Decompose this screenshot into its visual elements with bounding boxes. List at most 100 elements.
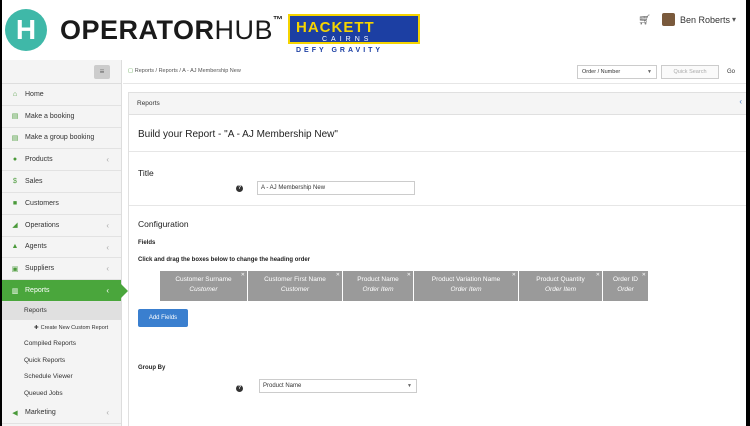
chevron-down-icon: ▼ — [647, 69, 652, 75]
chevron-left-icon: ‹ — [106, 408, 109, 418]
help-icon[interactable]: ? — [236, 185, 243, 192]
sidebar-item-label: Sales — [25, 178, 43, 186]
fields-order-list: Customer Surname Customer ✕ Customer First … — [160, 271, 649, 301]
sidebar-item-home[interactable]: ⌂ Home — [2, 84, 121, 106]
sidebar-item-label: Reports — [25, 287, 50, 295]
field-box[interactable]: Customer First Name Customer ✕ — [248, 271, 343, 301]
sidebar-item-label: Make a booking — [25, 112, 75, 120]
sidebar-item-reports[interactable]: ▥ Reports ‹ — [2, 280, 128, 302]
page-title: Build your Report - "A - AJ Membership N… — [138, 129, 338, 140]
go-button[interactable]: Go — [723, 65, 739, 79]
logo-tm: ™ — [273, 15, 284, 26]
chevron-left-icon: ‹ — [106, 286, 109, 296]
operatorhub-wordmark[interactable]: OPERATORHUB™ — [60, 15, 284, 46]
chevron-down-icon: ▼ — [407, 383, 412, 389]
field-box[interactable]: Product Quantity Order Item ✕ — [519, 271, 603, 301]
sidebar-toggle-row: ≡ — [2, 60, 121, 84]
quick-search-input[interactable]: Quick Search — [661, 65, 719, 79]
operatorhub-logo-icon[interactable]: H — [5, 9, 47, 51]
configuration-heading: Configuration — [138, 219, 189, 229]
chevron-left-icon: ‹ — [106, 155, 109, 165]
add-fields-button[interactable]: Add Fields — [138, 309, 188, 327]
sidebar-item-customers[interactable]: ■ Customers — [2, 193, 121, 215]
cart-icon[interactable]: 🛒︎ — [638, 15, 651, 26]
field-box[interactable]: Product Name Order Item ✕ — [343, 271, 414, 301]
sidebar-item-make-a-group-booking[interactable]: ▤ Make a group booking — [2, 128, 121, 150]
breadcrumb-bar: ▢ Reports / Reports / A - AJ Membership … — [123, 60, 746, 84]
sidebar-item-label: Suppliers — [25, 265, 55, 273]
close-icon[interactable]: ✕ — [642, 272, 646, 278]
chart-icon: ▥ — [11, 287, 19, 295]
sidebar-subitem-queued-jobs[interactable]: Queued Jobs — [2, 386, 121, 403]
sidebar-subitem-compiled-reports[interactable]: Compiled Reports — [2, 336, 121, 353]
partner-tagline: DEFY GRAVITY — [296, 47, 384, 54]
report-title-input[interactable]: A - AJ Membership New — [257, 181, 415, 195]
bullhorn-icon: ◀ — [12, 409, 18, 417]
sitemap-icon: ▲ — [11, 243, 19, 251]
sidebar-item-label: Products — [25, 156, 53, 164]
sidebar-item-suppliers[interactable]: ▣ Suppliers ‹ — [2, 258, 121, 281]
close-icon[interactable]: ✕ — [596, 272, 600, 278]
sidebar-item-make-a-booking[interactable]: ▤ Make a booking — [2, 106, 121, 128]
close-icon[interactable]: ✕ — [512, 272, 516, 278]
field-source: Order — [617, 286, 634, 293]
group-by-select[interactable]: Product Name ▼ — [259, 379, 417, 393]
search-type-value: Order / Number — [582, 69, 621, 75]
sidebar-item-label: Operations — [25, 221, 60, 229]
sidebar-item-products[interactable]: ● Products ‹ — [2, 149, 121, 172]
logo-operator-text: OPERATOR — [60, 15, 215, 45]
field-box[interactable]: Customer Surname Customer ✕ — [160, 271, 248, 301]
cart-icon: ▤ — [11, 113, 19, 121]
sidebar-item-label: Agents — [25, 243, 47, 251]
building-icon: ▣ — [11, 265, 19, 273]
field-source: Order Item — [450, 286, 482, 293]
field-name: Product Name — [357, 276, 399, 283]
user-icon: ■ — [12, 199, 18, 207]
field-source: Order Item — [544, 286, 577, 293]
sidebar-toggle-button[interactable]: ≡ — [94, 65, 110, 79]
partner-sub: CAIRNS — [322, 36, 373, 43]
cart-icon: ▤ — [11, 134, 19, 142]
close-icon[interactable]: ✕ — [241, 272, 245, 278]
breadcrumb: ▢ Reports / Reports / A - AJ Membership … — [128, 68, 241, 74]
sidebar-subitem-create-custom-report[interactable]: ✚ Create New Custom Report — [2, 320, 121, 337]
avatar[interactable] — [662, 13, 675, 26]
breadcrumb-home-icon[interactable]: ▢ — [128, 68, 133, 74]
field-box[interactable]: Order ID Order ✕ — [603, 271, 649, 301]
create-custom-report-label: Create New Custom Report — [40, 324, 109, 331]
field-box[interactable]: Product Variation Name Order Item ✕ — [414, 271, 519, 301]
field-name: Product Variation Name — [431, 276, 501, 283]
sidebar-item-marketing[interactable]: ◀ Marketing ‹ — [2, 402, 121, 425]
search-type-select[interactable]: Order / Number ▼ — [577, 65, 657, 79]
breadcrumb-reports-link[interactable]: Reports — [135, 68, 154, 74]
sidebar-item-label: Customers — [25, 199, 59, 207]
home-icon: ⌂ — [12, 90, 18, 98]
help-icon[interactable]: ? — [236, 385, 243, 392]
sidebar-item-operations[interactable]: ◢ Operations ‹ — [2, 215, 121, 237]
sidebar-subitem-reports[interactable]: Reports — [2, 301, 121, 320]
sidebar-subitem-quick-reports[interactable]: Quick Reports — [2, 353, 121, 370]
close-icon[interactable]: ✕ — [336, 272, 340, 278]
chevron-down-icon[interactable]: ▾ — [732, 15, 736, 24]
field-name: Customer Surname — [175, 276, 232, 283]
dollar-icon: $ — [13, 178, 17, 186]
close-icon[interactable]: ✕ — [407, 272, 411, 278]
user-menu-name[interactable]: Ben Roberts — [680, 15, 730, 25]
breadcrumb-trail: / Reports / A - AJ Membership New — [154, 68, 241, 74]
title-section-heading: Title — [138, 168, 154, 178]
app-window: H OPERATORHUB™ HACKETT CAIRNS DEFY GRAVI… — [2, 0, 746, 426]
fields-instruction: Click and drag the boxes below to change… — [138, 257, 311, 263]
panel-heading-title: Reports — [137, 100, 160, 107]
divider — [129, 151, 746, 152]
sidebar-item-label: Home — [25, 90, 44, 98]
chevron-left-icon[interactable]: ‹ — [739, 97, 742, 106]
sidebar-subitem-schedule-viewer[interactable]: Schedule Viewer — [2, 369, 121, 386]
chevron-left-icon: ‹ — [106, 242, 109, 252]
fields-label: Fields — [138, 240, 156, 246]
sidebar-item-label: Make a group booking — [25, 134, 95, 142]
sidebar-item-sales[interactable]: $ Sales — [2, 171, 121, 193]
report-builder-panel: Reports ‹ Build your Report - "A - AJ Me… — [128, 92, 746, 426]
sidebar-item-agents[interactable]: ▲ Agents ‹ — [2, 237, 121, 259]
field-name: Product Quantity — [536, 276, 585, 283]
tag-icon: ● — [12, 156, 18, 164]
